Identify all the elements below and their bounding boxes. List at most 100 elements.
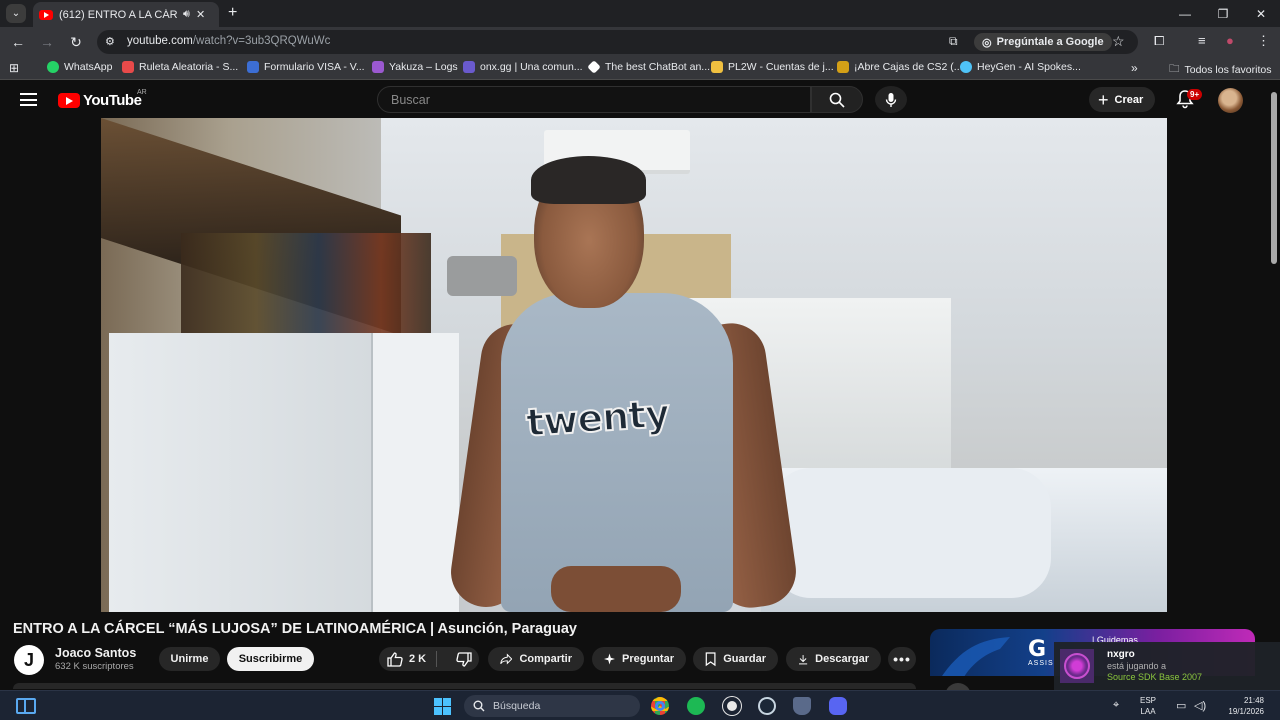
- search-button[interactable]: [811, 86, 863, 113]
- bookmark-item[interactable]: Yakuza – Logs: [372, 61, 458, 73]
- share-button[interactable]: Compartir: [488, 647, 584, 671]
- url-domain: youtube.com: [127, 35, 193, 47]
- extensions-icon[interactable]: ⧠: [1154, 33, 1164, 49]
- app-icon[interactable]: [723, 697, 741, 715]
- spotify-icon[interactable]: [687, 697, 705, 715]
- ask-button[interactable]: Preguntar: [592, 647, 686, 671]
- tab-search-button[interactable]: ⌄: [6, 4, 26, 23]
- close-tab-icon[interactable]: ✕: [196, 8, 205, 21]
- volume-icon[interactable]: ◁): [1194, 699, 1206, 712]
- bookmark-item[interactable]: The best ChatBot an...: [587, 60, 710, 74]
- join-label: Unirme: [170, 653, 209, 665]
- page-scrollbar[interactable]: [1270, 92, 1278, 690]
- bookmark-item[interactable]: Ruleta Aleatoria - S...: [122, 61, 238, 73]
- new-tab-button[interactable]: +: [228, 4, 237, 22]
- bookmark-item[interactable]: Formulario VISA - V...: [247, 61, 365, 73]
- video-player[interactable]: twenty: [101, 118, 1167, 612]
- account-avatar[interactable]: [1218, 88, 1243, 113]
- yakuza-icon: [372, 61, 384, 73]
- browser-toolbar: ← → ↻ ⚙ youtube.com/watch?v=3ub3QRQWuWc …: [0, 27, 1280, 57]
- close-window-icon[interactable]: ✕: [1242, 0, 1280, 27]
- steam-notification[interactable]: nxgro está jugando a Source SDK Base 200…: [1054, 642, 1280, 690]
- restore-icon[interactable]: ❐: [1204, 0, 1242, 27]
- profile-icon[interactable]: ●: [1226, 33, 1234, 48]
- description-box[interactable]: [13, 683, 916, 689]
- youtube-logo[interactable]: YouTube: [58, 92, 142, 109]
- address-bar[interactable]: ⚙ youtube.com/watch?v=3ub3QRQWuWc ⧉ ◎ Pre…: [97, 30, 1138, 54]
- bookmark-item[interactable]: HeyGen - AI Spokes...: [960, 61, 1081, 73]
- steam-game: Source SDK Base 2007: [1107, 672, 1203, 682]
- search-box[interactable]: [377, 86, 811, 113]
- join-button[interactable]: Unirme: [159, 647, 220, 671]
- create-label: Crear: [1114, 93, 1144, 106]
- roulette-icon: [122, 61, 134, 73]
- reload-icon[interactable]: ↻: [66, 32, 86, 52]
- hamburger-menu-icon[interactable]: [20, 93, 37, 106]
- url-text[interactable]: youtube.com/watch?v=3ub3QRQWuWc: [127, 35, 330, 47]
- ask-label: Preguntar: [622, 653, 674, 665]
- forward-icon[interactable]: →: [37, 32, 57, 52]
- location-icon[interactable]: ⌖: [1113, 699, 1119, 712]
- clock-time: 21:48: [1243, 696, 1264, 705]
- apps-grid-icon[interactable]: ⊞: [9, 61, 19, 75]
- menu-dots-icon[interactable]: ⋮: [1257, 33, 1270, 49]
- url-path: /watch?v=3ub3QRQWuWc: [192, 35, 331, 47]
- youtube-favicon-icon: [39, 9, 53, 20]
- channel-avatar[interactable]: J: [14, 645, 44, 675]
- download-button[interactable]: Descargar: [786, 647, 881, 671]
- subscribe-button[interactable]: Suscribirme: [227, 647, 314, 671]
- bookmark-label: HeyGen - AI Spokes...: [977, 61, 1081, 73]
- speaker-icon[interactable]: 🔊︎: [183, 8, 190, 21]
- system-clock[interactable]: 21:48 19/1/2026: [1218, 695, 1264, 717]
- channel-name[interactable]: Joaco Santos: [55, 646, 136, 660]
- language-code: ESP: [1140, 696, 1157, 705]
- shield-app-icon[interactable]: [793, 697, 811, 715]
- all-bookmarks-folder[interactable]: 🗀 Todos los favoritos: [1169, 61, 1271, 79]
- steam-icon[interactable]: [758, 697, 776, 715]
- bookmark-item[interactable]: WhatsApp: [47, 61, 112, 73]
- save-button[interactable]: Guardar: [693, 647, 778, 671]
- windows-start-icon[interactable]: [434, 698, 451, 715]
- folder-icon: 🗀: [1169, 63, 1180, 75]
- microphone-icon: [885, 92, 897, 107]
- chrome-icon[interactable]: [651, 697, 669, 715]
- ask-google-label: Pregúntale a Google: [996, 36, 1104, 48]
- more-bookmarks-icon[interactable]: »: [1131, 61, 1138, 75]
- download-icon: [799, 654, 808, 664]
- bookmark-item[interactable]: onx.gg | Una comun...: [463, 61, 583, 73]
- install-app-icon[interactable]: ⧉: [949, 34, 958, 49]
- pl2w-icon: [711, 61, 723, 73]
- bookmark-label: Ruleta Aleatoria - S...: [139, 61, 239, 73]
- search-input[interactable]: [378, 87, 810, 112]
- taskbar-search[interactable]: Búsqueda: [464, 695, 640, 717]
- bookmark-label: onx.gg | Una comun...: [480, 61, 583, 73]
- create-button[interactable]: + Crear: [1089, 87, 1156, 112]
- share-icon: [500, 653, 513, 665]
- browser-tab-strip: ⌄ (612) ENTRO A LA CÁRCEL 🔊︎ ✕ + — ❐ ✕: [0, 0, 1280, 27]
- site-info-icon[interactable]: ⚙: [105, 35, 115, 48]
- bookmark-item[interactable]: PL2W - Cuentas de j...: [711, 61, 834, 73]
- more-actions-icon[interactable]: •••: [888, 647, 916, 671]
- minimize-icon[interactable]: —: [1166, 0, 1204, 27]
- ad-logo-text: G: [1028, 637, 1047, 662]
- widgets-icon[interactable]: [16, 698, 36, 714]
- whatsapp-icon: [47, 61, 59, 73]
- cs2-cases-icon: [837, 61, 849, 73]
- dislike-button[interactable]: [444, 651, 472, 667]
- discord-icon[interactable]: [829, 697, 847, 715]
- media-control-icon[interactable]: ≡: [1198, 33, 1206, 48]
- ask-google-button[interactable]: ◎ Pregúntale a Google: [974, 33, 1112, 51]
- search-icon: [473, 700, 485, 712]
- network-icon[interactable]: ▭: [1176, 699, 1186, 712]
- back-icon[interactable]: ←: [8, 32, 28, 52]
- like-button[interactable]: 2 K: [379, 651, 438, 667]
- steam-status: está jugando a: [1107, 661, 1167, 671]
- thumbs-up-icon: [387, 651, 403, 667]
- keyboard-language[interactable]: ESP LAA: [1140, 695, 1156, 717]
- bookmark-star-icon[interactable]: ☆: [1112, 33, 1125, 50]
- scrollbar-thumb[interactable]: [1271, 92, 1277, 264]
- browser-tab-active[interactable]: (612) ENTRO A LA CÁRCEL 🔊︎ ✕: [33, 2, 219, 27]
- youtube-play-icon: [58, 93, 80, 108]
- voice-search-button[interactable]: [875, 86, 907, 113]
- bookmark-item[interactable]: ¡Abre Cajas de CS2 (...: [837, 61, 963, 73]
